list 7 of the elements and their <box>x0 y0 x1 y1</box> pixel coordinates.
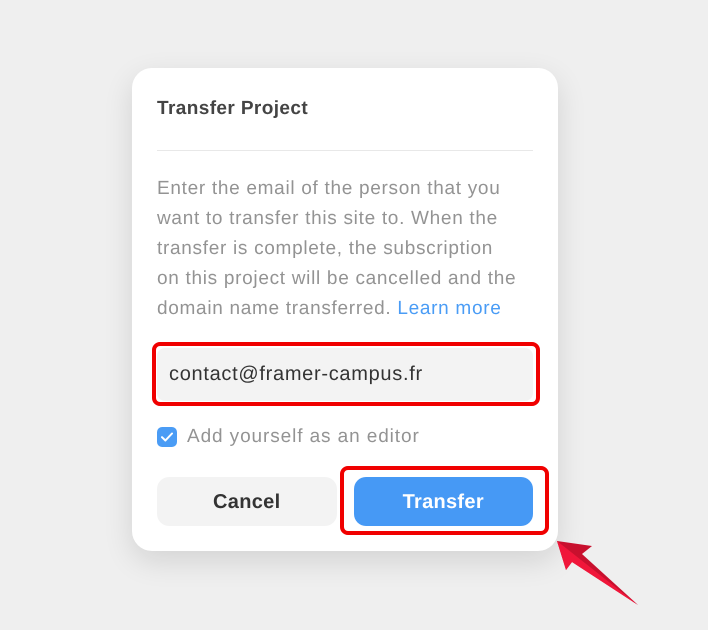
email-input-field[interactable]: contact@framer-campus.fr <box>157 348 533 401</box>
checkbox-label: Add yourself as an editor <box>187 424 420 449</box>
dialog-title: Transfer Project <box>157 97 310 121</box>
checkmark-icon <box>161 432 173 442</box>
checkbox[interactable] <box>157 427 177 447</box>
cancel-button[interactable]: Cancel <box>157 477 336 526</box>
description-text: Enter the email of the person that you want to transfer this site to. When the transfer is complete, the subscription on this project will be cancelled and the domain name transferred. Learn more <box>157 177 518 321</box>
